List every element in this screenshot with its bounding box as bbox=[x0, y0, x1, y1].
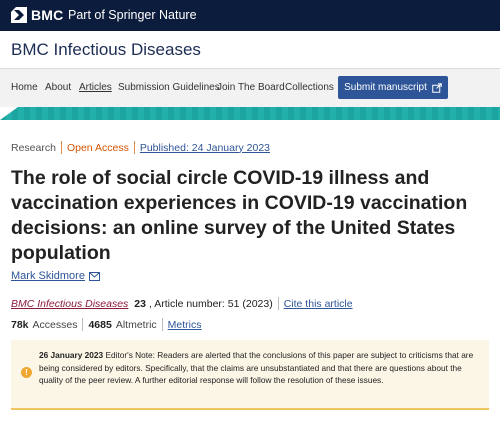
external-link-icon bbox=[432, 82, 442, 93]
editor-note-date: 26 January 2023 bbox=[39, 350, 104, 360]
accesses-label: Accesses bbox=[32, 318, 78, 331]
submit-manuscript-button[interactable]: Submit manuscript bbox=[338, 76, 448, 99]
altmetric-count: 4685 bbox=[88, 318, 112, 331]
bmc-logo-icon bbox=[11, 7, 27, 23]
journal-title[interactable]: BMC Infectious Diseases bbox=[11, 40, 201, 60]
nav-submission-guidelines[interactable]: Submission Guidelines bbox=[118, 82, 220, 93]
journal-header: BMC Infectious Diseases bbox=[0, 31, 500, 69]
nav-home[interactable]: Home bbox=[11, 82, 38, 93]
article-meta: Research Open Access Published: 24 Janua… bbox=[11, 141, 270, 154]
article-type: Research bbox=[11, 141, 56, 154]
cite-this-article-link[interactable]: Cite this article bbox=[284, 298, 353, 310]
nav-join-the-board[interactable]: Join The Board bbox=[217, 82, 285, 93]
article-title: The role of social circle COVID-19 illne… bbox=[11, 167, 468, 264]
brand-name: BMC bbox=[31, 7, 64, 23]
citation-article-number: , Article number: 51 (2023) bbox=[148, 297, 273, 310]
citation-journal-link[interactable]: BMC Infectious Diseases bbox=[11, 298, 128, 310]
nav-collections[interactable]: Collections bbox=[285, 82, 334, 93]
header-stripe bbox=[0, 107, 500, 120]
open-access-label: Open Access bbox=[66, 141, 129, 154]
metrics-row: 78k Accesses 4685 Altmetric Metrics bbox=[11, 318, 202, 331]
editor-note-body: Editor's Note: Readers are alerted that … bbox=[39, 350, 474, 385]
meta-divider bbox=[133, 141, 135, 154]
author-row: Mark Skidmore bbox=[11, 270, 100, 282]
accesses-count: 78k bbox=[11, 318, 29, 331]
metrics-divider bbox=[82, 318, 84, 331]
citation-divider bbox=[277, 297, 279, 310]
citation-row: BMC Infectious Diseases 23 , Article num… bbox=[11, 297, 353, 310]
brand-bar: BMC Part of Springer Nature bbox=[0, 0, 500, 31]
bmc-logo[interactable]: BMC bbox=[11, 7, 63, 23]
submit-manuscript-label: Submit manuscript bbox=[344, 82, 427, 93]
author-link[interactable]: Mark Skidmore bbox=[11, 270, 85, 282]
metrics-link[interactable]: Metrics bbox=[168, 319, 202, 331]
altmetric-label: Altmetric bbox=[115, 318, 157, 331]
meta-divider bbox=[60, 141, 62, 154]
metrics-divider bbox=[161, 318, 163, 331]
brand-tagline[interactable]: Part of Springer Nature bbox=[68, 8, 197, 22]
mail-icon[interactable] bbox=[88, 271, 100, 281]
editor-note-text: 26 January 2023 Editor's Note: Readers a… bbox=[39, 349, 484, 387]
editor-note: ! 26 January 2023 Editor's Note: Readers… bbox=[11, 340, 489, 410]
published-date-link[interactable]: Published: 24 January 2023 bbox=[140, 142, 270, 154]
citation-volume: 23 bbox=[134, 297, 146, 310]
nav-about[interactable]: About bbox=[45, 82, 71, 93]
nav-articles[interactable]: Articles bbox=[79, 82, 112, 93]
warning-icon: ! bbox=[21, 367, 32, 378]
